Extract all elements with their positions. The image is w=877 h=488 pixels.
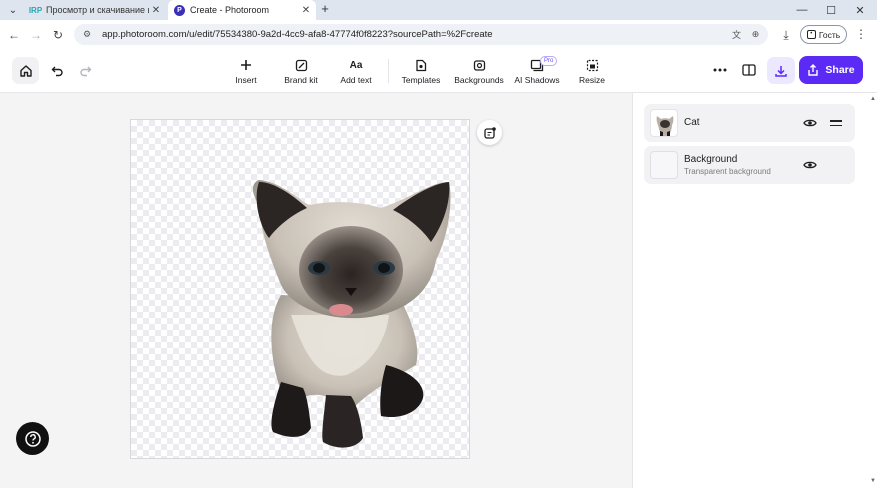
canvas-workspace bbox=[0, 93, 632, 488]
help-button[interactable] bbox=[16, 422, 49, 455]
url-text: app.photoroom.com/u/edit/75534380-9a2d-4… bbox=[102, 29, 493, 40]
tab-search-icon[interactable]: ⌄ bbox=[5, 2, 21, 18]
back-icon[interactable]: ← bbox=[6, 27, 22, 43]
backgrounds-label: Backgrounds bbox=[454, 75, 504, 85]
url-field[interactable]: ⚙ app.photoroom.com/u/edit/75534380-9a2d… bbox=[74, 24, 768, 45]
brand-kit-label: Brand kit bbox=[284, 75, 318, 85]
help-chat-icon bbox=[24, 430, 41, 447]
close-tab-icon[interactable]: ✕ bbox=[149, 5, 163, 16]
zoom-icon[interactable]: ⊕ bbox=[748, 27, 763, 42]
layer-row-background[interactable]: Background Transparent background bbox=[644, 146, 855, 184]
undo-icon bbox=[51, 66, 63, 76]
drag-handle-icon[interactable] bbox=[830, 116, 842, 130]
close-window-icon[interactable]: ✕ bbox=[845, 0, 875, 20]
translate-icon[interactable]: 文 bbox=[729, 27, 744, 42]
maximize-window-icon[interactable]: ☐ bbox=[816, 0, 846, 20]
cat-layer-thumbnail bbox=[650, 109, 678, 137]
layer-name: Cat bbox=[684, 117, 700, 128]
text-icon: Aa bbox=[349, 59, 363, 71]
download-icon[interactable]: ⤓ bbox=[778, 27, 794, 43]
profile-label: Гость bbox=[818, 29, 841, 40]
pro-badge: Pro bbox=[540, 56, 558, 66]
brand-kit-button[interactable]: Brand kit bbox=[283, 57, 319, 87]
editor-header: Insert Brand kit Aa Add text Templates B… bbox=[0, 49, 877, 93]
layer-subtitle: Transparent background bbox=[684, 167, 771, 176]
home-button[interactable] bbox=[12, 57, 39, 84]
insert-button[interactable]: Insert bbox=[233, 57, 259, 87]
layer-row-cat[interactable]: Cat bbox=[644, 104, 855, 142]
browser-tab-photoroom[interactable]: P Create - Photoroom ✕ bbox=[168, 0, 316, 20]
toolbar-divider bbox=[388, 59, 389, 83]
add-text-button[interactable]: Aa Add text bbox=[340, 57, 372, 87]
ai-shadows-label: AI Shadows bbox=[514, 75, 560, 85]
irp-favicon-icon: IRP bbox=[28, 5, 43, 15]
visibility-eye-icon[interactable] bbox=[802, 158, 818, 172]
resize-button[interactable]: Resize bbox=[578, 57, 606, 87]
photoroom-favicon-icon: P bbox=[174, 4, 185, 16]
brand-kit-icon bbox=[295, 57, 308, 73]
magic-edit-button[interactable] bbox=[477, 120, 502, 145]
toggle-panel-button[interactable] bbox=[738, 59, 760, 81]
scroll-up-arrow-icon[interactable]: ▲ bbox=[870, 96, 876, 102]
backgrounds-icon bbox=[473, 57, 486, 73]
layers-panel: Cat Background Transparent background bbox=[632, 93, 877, 488]
browser-tab-irp[interactable]: IRP Просмотр и скачивание изоб ✕ bbox=[26, 0, 166, 20]
resize-icon bbox=[586, 57, 599, 73]
magic-retouch-icon bbox=[483, 126, 496, 139]
minimize-window-icon[interactable]: — bbox=[787, 0, 817, 20]
add-text-label: Add text bbox=[340, 75, 372, 85]
browser-menu-icon[interactable]: ⋮ bbox=[855, 27, 867, 41]
share-icon bbox=[808, 64, 819, 76]
more-options-button[interactable] bbox=[709, 59, 731, 81]
new-tab-button[interactable]: + bbox=[318, 1, 332, 17]
more-dots-icon bbox=[713, 68, 727, 72]
layer-name: Background bbox=[684, 154, 738, 165]
templates-button[interactable]: Templates bbox=[401, 57, 441, 87]
panel-layout-icon bbox=[742, 64, 756, 76]
redo-button[interactable] bbox=[74, 59, 96, 81]
templates-icon bbox=[415, 57, 427, 73]
undo-button[interactable] bbox=[46, 59, 68, 81]
site-info-icon[interactable]: ⚙ bbox=[80, 29, 94, 40]
download-button[interactable] bbox=[767, 57, 795, 84]
plus-icon bbox=[240, 57, 252, 73]
page-scrollbar[interactable] bbox=[868, 93, 877, 488]
background-layer-thumbnail bbox=[650, 151, 678, 179]
cat-cutout-image[interactable] bbox=[131, 120, 470, 459]
scroll-down-arrow-icon[interactable]: ▼ bbox=[870, 478, 876, 484]
tab-title: Create - Photoroom bbox=[190, 5, 270, 15]
close-tab-icon[interactable]: ✕ bbox=[299, 5, 313, 16]
browser-tab-strip: ⌄ IRP Просмотр и скачивание изоб ✕ P Cre… bbox=[0, 0, 877, 20]
redo-icon bbox=[79, 66, 91, 76]
design-canvas[interactable] bbox=[130, 119, 470, 459]
home-icon bbox=[19, 64, 32, 77]
insert-label: Insert bbox=[235, 75, 257, 85]
templates-label: Templates bbox=[401, 75, 441, 85]
profile-icon: • bbox=[806, 30, 816, 39]
browser-address-bar: ← → ↻ ⚙ app.photoroom.com/u/edit/7553438… bbox=[0, 20, 877, 49]
forward-icon[interactable]: → bbox=[28, 27, 44, 43]
visibility-eye-icon[interactable] bbox=[802, 116, 818, 130]
profile-button[interactable]: • Гость bbox=[800, 25, 847, 44]
download-icon bbox=[775, 65, 787, 77]
share-label: Share bbox=[825, 64, 855, 76]
tab-title: Просмотр и скачивание изоб bbox=[46, 5, 149, 15]
resize-label: Resize bbox=[579, 75, 605, 85]
reload-icon[interactable]: ↻ bbox=[50, 27, 66, 43]
backgrounds-button[interactable]: Backgrounds bbox=[454, 57, 504, 87]
share-button[interactable]: Share bbox=[799, 56, 863, 84]
